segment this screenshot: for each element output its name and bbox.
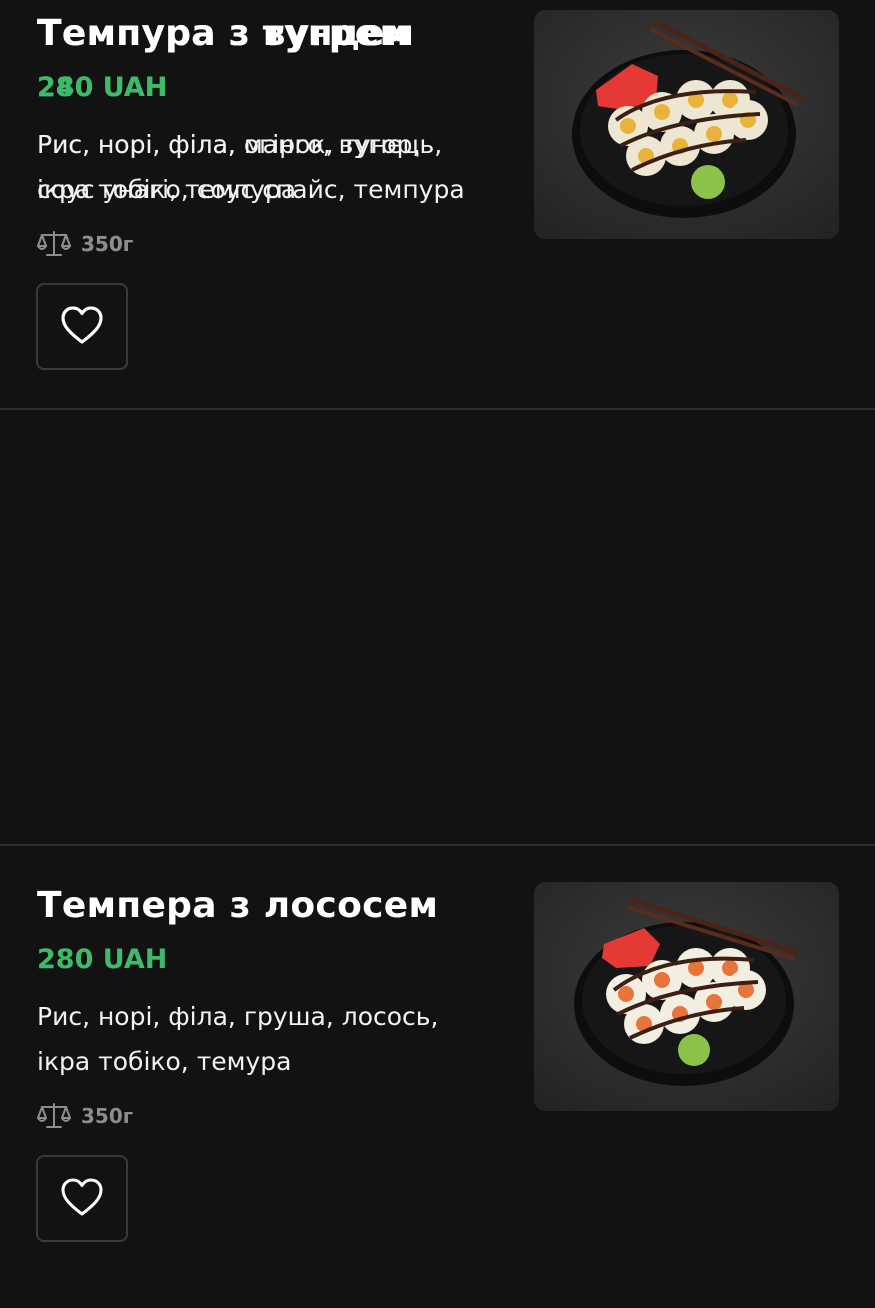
- product-weight-value: 350г: [81, 1104, 134, 1128]
- product-description: Рис, норі, філа, груша, лосось, ікра тоб…: [37, 1002, 439, 1076]
- product-image: [534, 10, 839, 239]
- scales-icon: [37, 1101, 71, 1131]
- product-price: 280 UAH: [37, 72, 168, 103]
- product-weight: 350г: [37, 1100, 133, 1132]
- favorite-button[interactable]: [36, 1155, 128, 1242]
- heart-outline-icon: [60, 1177, 104, 1220]
- heart-outline-icon: [60, 305, 104, 348]
- product-title: Темпура з вугрем: [37, 13, 410, 54]
- product-description: Рис, норі, філа, манго, вугор, соус унаг…: [37, 130, 421, 204]
- divider: [0, 844, 875, 846]
- product-weight-value: 350г: [81, 232, 134, 256]
- favorite-button[interactable]: [36, 283, 128, 370]
- scales-icon: [37, 229, 71, 259]
- product-weight: 350г: [37, 228, 133, 260]
- product-price: 280 UAH: [37, 944, 168, 975]
- product-list: Темпура з тунцем 240 UAH Рис, норі, філа…: [0, 0, 875, 1280]
- product-image: [534, 882, 839, 1111]
- product-title: Темпера з лососем: [37, 885, 439, 926]
- product-card: Темпура з вугрем 280 UAH Рис, норі, філа…: [0, 0, 875, 436]
- product-card: Темпера з лососем 280 UAH Рис, норі, філ…: [0, 872, 875, 1308]
